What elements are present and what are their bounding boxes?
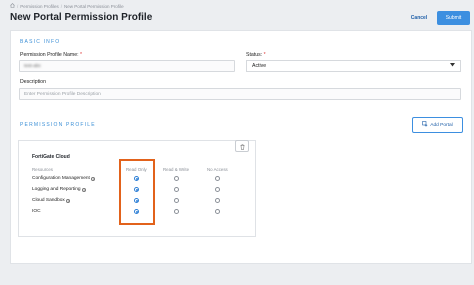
radio-read-write[interactable] (174, 176, 179, 181)
required-mark: * (263, 52, 266, 58)
radio-read-only[interactable] (134, 198, 139, 203)
breadcrumb-separator: / (17, 3, 19, 9)
add-portal-icon (422, 121, 428, 129)
description-label: Description (20, 79, 46, 85)
description-input[interactable]: Enter Permission Profile Description (19, 88, 461, 100)
radio-read-only[interactable] (134, 176, 139, 181)
delete-portal-button[interactable] (235, 140, 249, 152)
resource-row-label: Cloud Sandbox i (32, 198, 71, 203)
breadcrumb-current: New Portal Permission Profile (64, 3, 124, 9)
page-title: New Portal Permission Profile (10, 12, 153, 23)
column-header-read-write: Read & Write (163, 167, 190, 172)
status-label: Status: * (246, 52, 266, 58)
profile-name-value: test-abc (24, 63, 42, 69)
radio-no-access[interactable] (215, 176, 220, 181)
portal-card-title: FortiGate Cloud (32, 154, 70, 160)
column-header-read-only: Read Only (126, 167, 147, 172)
resource-row-label: Logging and Reporting i (32, 187, 87, 192)
status-value: Active (252, 63, 267, 69)
radio-read-write[interactable] (174, 198, 179, 203)
profile-name-label: Permission Profile Name: * (20, 52, 82, 58)
profile-name-label-text: Permission Profile Name: (20, 52, 79, 58)
resource-row-label: IOC (32, 209, 41, 214)
breadcrumb-permission-profiles[interactable]: Permission Profiles (20, 4, 59, 9)
form-panel: BASIC INFO Permission Profile Name: * te… (10, 30, 472, 264)
permission-profile-heading: PERMISSION PROFILE (20, 122, 96, 128)
portal-card: FortiGate Cloud Resources Read Only Read… (18, 140, 256, 237)
info-icon[interactable]: i (91, 176, 96, 181)
info-icon[interactable]: i (82, 187, 87, 192)
breadcrumb: / Permission Profiles / New Portal Permi… (10, 3, 124, 9)
status-select[interactable]: Active (246, 60, 461, 72)
radio-read-only[interactable] (134, 209, 139, 214)
trash-icon (240, 137, 245, 155)
basic-info-heading: BASIC INFO (20, 39, 61, 45)
status-label-text: Status: (246, 52, 263, 58)
chevron-down-icon (450, 63, 455, 69)
radio-read-write[interactable] (174, 187, 179, 192)
resource-name: Cloud Sandbox (32, 198, 65, 203)
resource-name: Configuration Management (32, 176, 90, 181)
home-icon[interactable] (10, 3, 15, 9)
description-placeholder: Enter Permission Profile Description (24, 91, 101, 97)
cancel-button[interactable]: Cancel (404, 12, 434, 24)
radio-no-access[interactable] (215, 198, 220, 203)
radio-no-access[interactable] (215, 187, 220, 192)
required-mark: * (79, 52, 83, 58)
radio-read-only[interactable] (134, 187, 139, 192)
add-portal-label: Add Portal (430, 122, 453, 128)
resource-row-label: Configuration Management i (32, 176, 96, 181)
add-portal-button[interactable]: Add Portal (412, 117, 463, 133)
resource-name: IOC (32, 209, 41, 214)
radio-read-write[interactable] (174, 209, 179, 214)
info-icon[interactable]: i (66, 198, 71, 203)
radio-no-access[interactable] (215, 209, 220, 214)
column-header-no-access: No Access (207, 167, 228, 172)
submit-button[interactable]: Submit (437, 11, 470, 25)
resource-name: Logging and Reporting (32, 187, 81, 192)
profile-name-input[interactable]: test-abc (19, 60, 235, 72)
breadcrumb-separator: / (60, 3, 63, 9)
column-header-resources: Resources (32, 167, 53, 172)
